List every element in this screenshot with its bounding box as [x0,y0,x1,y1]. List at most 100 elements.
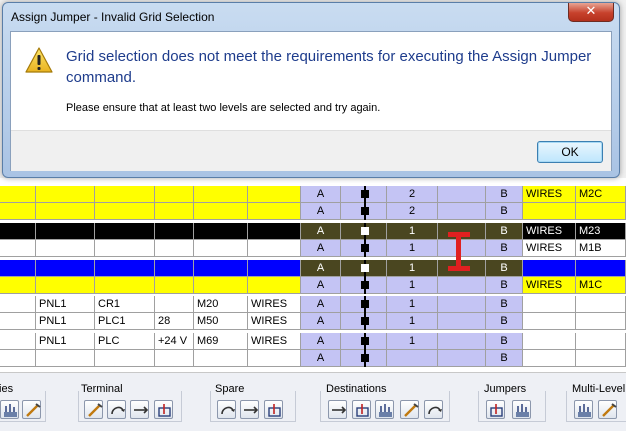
cell-level-b[interactable]: B [486,313,523,330]
cell-c2[interactable]: CR1 [95,296,155,313]
cell-c5[interactable]: WIRES [248,313,301,330]
cell-c3[interactable] [155,296,194,313]
cell-c2[interactable] [95,260,155,277]
table-cell[interactable] [438,203,486,220]
cell-wire[interactable]: WIRES [523,186,576,203]
table-cell[interactable] [0,223,36,240]
table-cell[interactable] [0,203,36,220]
cell-c2[interactable] [95,350,155,367]
table-row[interactable]: A 1 B WIRES M1B [0,240,626,257]
cell-wire[interactable] [523,333,576,350]
cell-tag[interactable] [576,203,626,220]
cell-num[interactable]: 1 [387,333,438,350]
ok-button[interactable]: OK [537,141,603,163]
cell-c3[interactable]: +24 V [155,333,194,350]
cell-num[interactable]: 1 [387,296,438,313]
table-cell[interactable] [438,277,486,294]
cell-tag[interactable] [576,350,626,367]
cell-tag[interactable] [576,296,626,313]
cell-c1[interactable] [36,223,95,240]
dest-move-up-button[interactable] [352,400,371,419]
close-button[interactable]: ✕ [568,3,614,22]
cell-level-b[interactable]: B [486,240,523,257]
table-cell[interactable] [438,313,486,330]
cell-tag[interactable]: M2C [576,186,626,203]
cell-level-b[interactable]: B [486,223,523,240]
cell-level-a[interactable]: A [301,223,341,240]
spare-delete-button[interactable] [240,400,259,419]
edit-terminal-button[interactable] [84,400,103,419]
cell-num[interactable] [387,350,438,367]
cell-level-b[interactable]: B [486,296,523,313]
cell-c1[interactable] [36,260,95,277]
table-row[interactable]: A 1 B WIRES M23 [0,223,626,240]
table-cell[interactable] [0,333,36,350]
cell-c1[interactable] [36,350,95,367]
cell-level-b[interactable]: B [486,203,523,220]
table-cell[interactable] [0,350,36,367]
cell-level-a[interactable]: A [301,260,341,277]
cell-wire[interactable] [523,203,576,220]
cell-tag[interactable]: M1B [576,240,626,257]
cell-c5[interactable]: WIRES [248,296,301,313]
cell-num[interactable]: 1 [387,223,438,240]
dest-move-down-button[interactable] [375,400,394,419]
cell-tag[interactable]: M23 [576,223,626,240]
cell-level-a[interactable]: A [301,333,341,350]
cell-c4[interactable] [194,240,248,257]
cell-num[interactable]: 2 [387,203,438,220]
cell-c4[interactable] [194,186,248,203]
cell-tag[interactable]: M1C [576,277,626,294]
cell-c5[interactable] [248,223,301,240]
cell-c2[interactable] [95,277,155,294]
cell-c4[interactable]: M20 [194,296,248,313]
cell-level-a[interactable]: A [301,313,341,330]
dest-delete-button[interactable] [424,400,443,419]
cell-tag[interactable] [576,260,626,277]
cell-c4[interactable] [194,223,248,240]
table-cell[interactable] [0,313,36,330]
cell-c1[interactable] [36,240,95,257]
cell-c5[interactable] [248,277,301,294]
cell-c4[interactable] [194,350,248,367]
table-cell[interactable] [438,296,486,313]
terminal-strip-grid[interactable]: A 2 B WIRES M2C A 2 B A 1 B WIRES M23 A 1 B WIRES M1B A 1 B A… [0,178,626,372]
cell-level-b[interactable]: B [486,350,523,367]
cell-c4[interactable]: M69 [194,333,248,350]
cell-c1[interactable] [36,277,95,294]
table-cell[interactable] [0,186,36,203]
cell-c2[interactable] [95,240,155,257]
cell-c5[interactable]: WIRES [248,333,301,350]
table-cell[interactable] [438,186,486,203]
cell-num[interactable]: 1 [387,313,438,330]
cell-wire[interactable]: WIRES [523,240,576,257]
cell-level-a[interactable]: A [301,186,341,203]
properties-button[interactable] [0,400,19,419]
table-cell[interactable] [438,333,486,350]
table-row[interactable]: A 2 B WIRES M2C [0,186,626,203]
cell-c5[interactable] [248,260,301,277]
cell-c3[interactable] [155,203,194,220]
move-terminal-button[interactable] [130,400,149,419]
table-row[interactable]: A 1 B WIRES M1C [0,277,626,294]
cell-c5[interactable] [248,240,301,257]
cell-c2[interactable]: PLC1 [95,313,155,330]
spare-toggle-button[interactable] [264,400,283,419]
cell-c3[interactable] [155,277,194,294]
spare-insert-button[interactable] [217,400,236,419]
cell-num[interactable]: 1 [387,277,438,294]
table-row[interactable]: PNL1 PLC +24 V M69 WIRES A 1 B [0,333,626,350]
cell-c3[interactable] [155,350,194,367]
dest-reverse-button[interactable] [400,400,419,419]
multi-level-add-button[interactable] [574,400,593,419]
properties-alt-button[interactable] [22,400,41,419]
cell-c3[interactable] [155,260,194,277]
cell-c1[interactable]: PNL1 [36,296,95,313]
cell-wire[interactable] [523,313,576,330]
cell-c4[interactable] [194,277,248,294]
cell-c3[interactable] [155,223,194,240]
cell-c1[interactable]: PNL1 [36,333,95,350]
table-row[interactable]: AB [0,350,626,367]
multi-level-remove-button[interactable] [598,400,617,419]
cell-c1[interactable]: PNL1 [36,313,95,330]
